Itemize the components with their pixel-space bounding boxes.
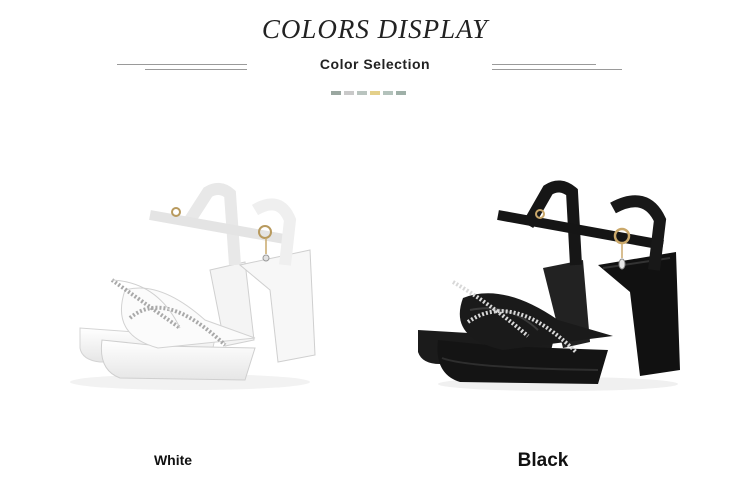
color-swatch <box>370 91 380 95</box>
color-swatch <box>383 91 393 95</box>
left-decorative-rule-bottom <box>145 69 247 70</box>
white-color-label: White <box>153 452 193 468</box>
color-swatch <box>396 91 406 95</box>
section-subtitle: Color Selection <box>319 56 431 72</box>
page-title: COLORS DISPLAY <box>261 14 489 44</box>
white-sandal-image[interactable] <box>40 170 340 400</box>
color-swatch-strip <box>331 91 406 95</box>
color-swatch <box>344 91 354 95</box>
right-decorative-rule-top <box>492 64 596 65</box>
black-sandal-image[interactable] <box>408 170 708 400</box>
color-swatch <box>331 91 341 95</box>
left-decorative-rule-top <box>117 64 247 65</box>
right-decorative-rule-bottom <box>492 69 622 70</box>
color-swatch <box>357 91 367 95</box>
black-color-label: Black <box>517 450 569 471</box>
